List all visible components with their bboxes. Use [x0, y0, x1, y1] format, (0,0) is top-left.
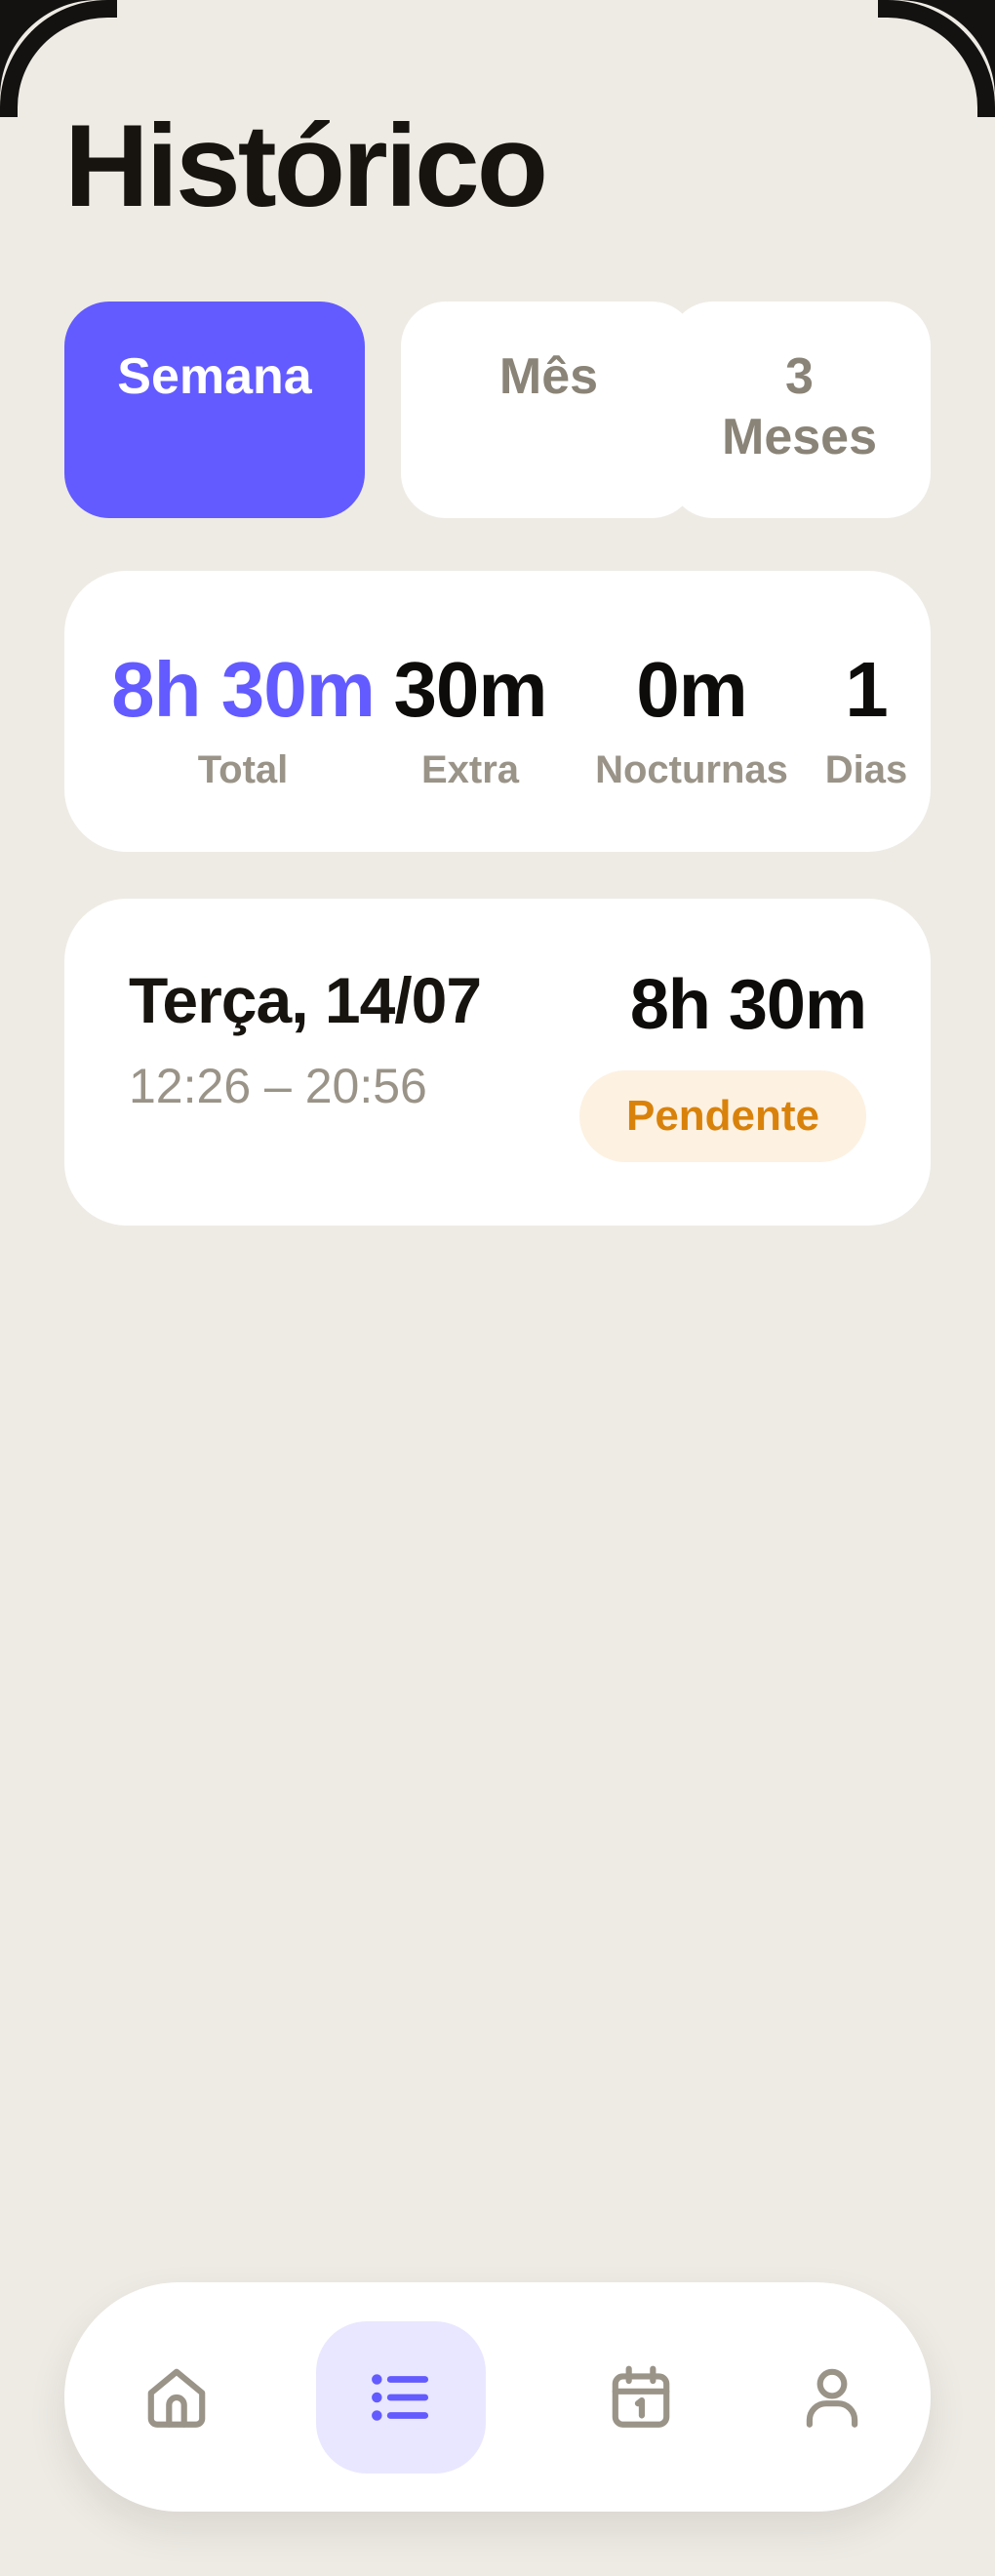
stat-total-label: Total: [197, 748, 289, 791]
stat-extra-value: 30m: [393, 646, 547, 733]
stat-days-value: 1: [845, 646, 889, 733]
stat-extra: 30m Extra: [386, 641, 554, 793]
entry-date: Terça, 14/07: [129, 964, 482, 1036]
stat-days-label: Dias: [824, 748, 908, 791]
tab-week[interactable]: Semana: [64, 302, 365, 518]
tab-3-months-label: 3 Meses: [722, 348, 877, 465]
home-icon: [147, 2368, 206, 2428]
calendar-icon: [612, 2365, 670, 2428]
user-icon: [806, 2368, 858, 2428]
nav-history[interactable]: [316, 2321, 486, 2474]
stat-total-value: 8h 30m: [111, 646, 376, 733]
period-tabs: Semana Mês 3 Meses: [64, 302, 931, 518]
list-icon: [372, 2374, 429, 2421]
tab-3-months[interactable]: 3 Meses: [668, 302, 931, 518]
entry-duration: 8h 30m: [629, 966, 867, 1044]
nav-calendar[interactable]: [556, 2321, 726, 2474]
app-screen: Histórico Semana Mês 3 Meses 8h 30m Tota…: [0, 0, 995, 2576]
history-entry[interactable]: Terça, 14/07 12:26 – 20:56 8h 30m Penden…: [64, 899, 931, 1226]
device-frame-corner: [878, 0, 995, 117]
entry-time-range: 12:26 – 20:56: [129, 1059, 427, 1113]
stat-night-label: Nocturnas: [595, 748, 788, 791]
nav-profile[interactable]: [747, 2321, 917, 2474]
stat-night: 0m Nocturnas: [586, 641, 797, 793]
summary-card: 8h 30m Total 30m Extra 0m Nocturnas 1 Di…: [64, 571, 931, 852]
device-frame-corner: [0, 0, 117, 117]
page-title: Histórico: [64, 101, 548, 231]
stat-extra-label: Extra: [420, 748, 520, 791]
tab-month[interactable]: Mês: [401, 302, 696, 518]
status-badge: Pendente: [579, 1070, 866, 1162]
stat-days: 1 Dias: [803, 641, 930, 793]
bottom-nav: [64, 2282, 931, 2512]
nav-home[interactable]: [92, 2321, 261, 2474]
stat-night-value: 0m: [636, 646, 748, 733]
stat-total: 8h 30m Total: [101, 641, 384, 793]
